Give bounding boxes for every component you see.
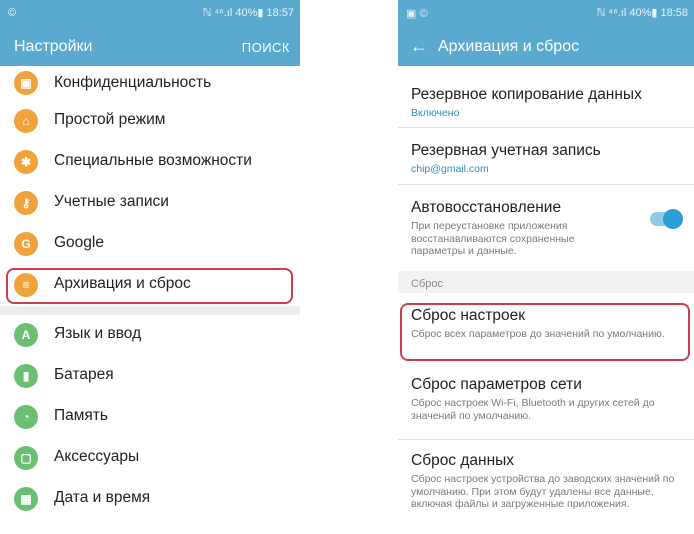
settings-item-accessibility[interactable]: ✱ Специальные возможности bbox=[0, 142, 300, 183]
item-title: Резервная учетная запись bbox=[411, 142, 601, 159]
settings-item-storage[interactable]: ◔ Память bbox=[0, 397, 300, 438]
page-title: Архивация и сброс bbox=[438, 38, 580, 55]
lock-icon: ▣ bbox=[14, 71, 38, 95]
settings-item-accounts[interactable]: ⚷ Учетные записи bbox=[0, 183, 300, 224]
backup-data-item[interactable]: Резервное копирование данных Включено bbox=[398, 66, 694, 128]
settings-screen: © ℕ ⁴⁶.ıl 40%▮ 18:57 Настройки ПОИСК ▣ К… bbox=[0, 0, 300, 534]
settings-item-label: Учетные записи bbox=[54, 193, 169, 210]
settings-item-accessories[interactable]: ▢ Аксессуары bbox=[0, 438, 300, 479]
auto-restore-item[interactable]: Автовосстановление При переустановке при… bbox=[398, 185, 694, 271]
settings-item-language[interactable]: A Язык и ввод bbox=[0, 315, 300, 356]
status-left-icons: © bbox=[8, 7, 17, 19]
backup-account-item[interactable]: Резервная учетная запись chip@gmail.com bbox=[398, 128, 694, 185]
app-bar: Настройки ПОИСК bbox=[0, 28, 300, 66]
settings-item-label: Простой режим bbox=[54, 111, 166, 128]
settings-item-label: Дата и время bbox=[54, 489, 151, 506]
toggle-knob bbox=[663, 209, 683, 229]
item-status: Включено bbox=[411, 107, 460, 119]
item-title: Резервное копирование данных bbox=[411, 86, 642, 103]
storage-icon: ◔ bbox=[14, 405, 38, 429]
back-arrow-icon[interactable]: ← bbox=[410, 36, 428, 57]
section-divider bbox=[0, 306, 300, 315]
settings-item-label: Google bbox=[54, 234, 104, 251]
google-icon: G bbox=[14, 232, 38, 256]
page-title: Настройки bbox=[14, 38, 93, 55]
status-bar: ▣ © ℕ ⁴⁶.ıl 40%▮ 18:58 bbox=[398, 0, 694, 28]
settings-item-label: Память bbox=[54, 407, 108, 424]
item-description: Сброс настроек Wi-Fi, Bluetooth и других… bbox=[411, 397, 655, 422]
settings-item-date-time[interactable]: ▦ Дата и время bbox=[0, 479, 300, 520]
item-description: При переустановке приложения восстанавли… bbox=[411, 220, 575, 257]
item-subtitle: chip@gmail.com bbox=[411, 163, 489, 175]
highlight-frame bbox=[6, 268, 293, 304]
battery-icon: ▮ bbox=[14, 364, 38, 388]
settings-item-easy-mode[interactable]: ⌂ Простой режим bbox=[0, 101, 300, 142]
settings-item-privacy[interactable]: ▣ Конфиденциальность bbox=[0, 66, 300, 101]
backup-reset-list: Резервное копирование данных Включено Ре… bbox=[398, 66, 694, 534]
status-right-info: ℕ ⁴⁶.ıl 40%▮ 18:58 bbox=[596, 7, 688, 19]
factory-reset-item[interactable]: Сброс данных Сброс настроек устройства д… bbox=[398, 440, 694, 534]
auto-restore-toggle[interactable] bbox=[650, 209, 683, 229]
language-icon: A bbox=[14, 323, 38, 347]
status-bar: © ℕ ⁴⁶.ıl 40%▮ 18:57 bbox=[0, 0, 300, 28]
settings-item-label: Конфиденциальность bbox=[54, 74, 212, 91]
settings-item-google[interactable]: G Google bbox=[0, 224, 300, 265]
item-title: Автовосстановление bbox=[411, 199, 562, 216]
calendar-icon: ▦ bbox=[14, 487, 38, 511]
settings-item-label: Батарея bbox=[54, 366, 114, 383]
highlight-frame bbox=[400, 303, 690, 361]
backup-reset-screen: ▣ © ℕ ⁴⁶.ıl 40%▮ 18:58 ← Архивация и сбр… bbox=[398, 0, 694, 534]
item-description: Сброс настроек устройства до заводских з… bbox=[411, 473, 675, 510]
settings-item-label: Язык и ввод bbox=[54, 325, 142, 342]
status-left-icons: ▣ © bbox=[406, 8, 428, 20]
settings-item-battery[interactable]: ▮ Батарея bbox=[0, 356, 300, 397]
item-title: Сброс данных bbox=[411, 452, 515, 469]
item-title: Сброс параметров сети bbox=[411, 376, 582, 393]
home-icon: ⌂ bbox=[14, 109, 38, 133]
app-bar: ← Архивация и сброс bbox=[398, 28, 694, 66]
settings-item-label: Специальные возможности bbox=[54, 152, 252, 169]
key-icon: ⚷ bbox=[14, 191, 38, 215]
accessories-icon: ▢ bbox=[14, 446, 38, 470]
reset-network-item[interactable]: Сброс параметров сети Сброс настроек Wi-… bbox=[398, 368, 694, 440]
search-button[interactable]: ПОИСК bbox=[242, 40, 290, 55]
settings-item-label: Аксессуары bbox=[54, 448, 140, 465]
status-right-info: ℕ ⁴⁶.ıl 40%▮ 18:57 bbox=[202, 7, 294, 19]
accessibility-icon: ✱ bbox=[14, 150, 38, 174]
section-header: Сброс bbox=[398, 271, 694, 293]
